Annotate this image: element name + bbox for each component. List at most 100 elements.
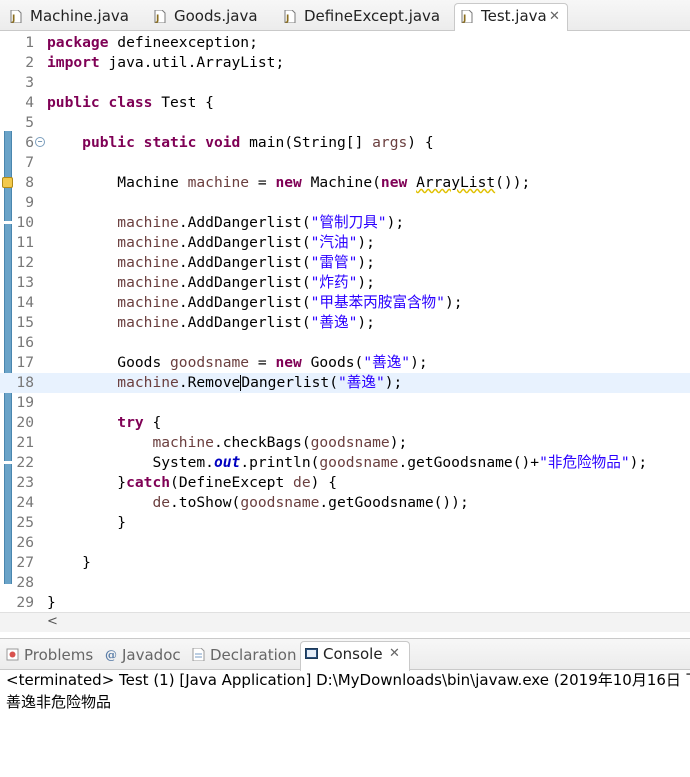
code-line[interactable]: 29} <box>0 593 690 613</box>
code-text: } <box>82 554 91 571</box>
code-text: } <box>47 594 56 611</box>
code-line[interactable]: 25 } <box>0 513 690 533</box>
code-line[interactable]: 20 try { <box>0 413 690 433</box>
code-text: public class Test { <box>47 94 214 111</box>
console-status-line: <terminated> Test (1) [Java Application]… <box>6 671 690 689</box>
code-text: public static void main(String[] args) { <box>82 134 434 151</box>
line-number: 18 <box>16 374 34 391</box>
svg-text:J: J <box>462 14 466 23</box>
text-caret <box>240 375 242 391</box>
tab-console[interactable]: Console ✕ <box>300 641 410 671</box>
line-number: 28 <box>16 574 34 591</box>
line-number: 12 <box>16 254 34 271</box>
java-file-icon: J <box>284 10 296 23</box>
code-line[interactable]: 21 machine.checkBags(goodsname); <box>0 433 690 453</box>
code-line[interactable]: 17 Goods goodsname = new Goods("善逸"); <box>0 353 690 373</box>
code-text: Machine machine = new Machine(new ArrayL… <box>117 174 531 191</box>
tab-label: Goods.java <box>174 7 258 25</box>
tab-javadoc[interactable]: @ Javadoc <box>100 643 184 669</box>
line-number: 1 <box>25 34 34 51</box>
warning-marker-icon[interactable] <box>2 177 13 188</box>
code-text: machine.RemoveDangerlist("善逸"); <box>117 374 403 391</box>
line-number: 24 <box>16 494 34 511</box>
code-line[interactable]: 1 package defineexception; <box>0 33 690 53</box>
code-line[interactable]: 28 <box>0 573 690 593</box>
code-text: }catch(DefineExcept de) { <box>117 474 337 491</box>
line-number: 4 <box>25 94 34 111</box>
tab-machine-java[interactable]: J Machine.java <box>4 4 144 31</box>
code-text: machine.AddDangerlist("管制刀具"); <box>117 214 405 231</box>
code-line[interactable]: 22 System.out.println(goodsname.getGoods… <box>0 453 690 473</box>
line-number: 23 <box>16 474 34 491</box>
tab-label: DefineExcept.java <box>304 7 441 25</box>
fold-collapse-icon[interactable]: − <box>35 137 45 147</box>
line-number: 29 <box>16 594 34 611</box>
code-line-current[interactable]: 18 machine.RemoveDangerlist("善逸"); <box>0 373 690 393</box>
code-text: import java.util.ArrayList; <box>47 54 285 71</box>
line-number: 11 <box>16 234 34 251</box>
line-number: 19 <box>16 394 34 411</box>
java-file-icon: J <box>154 10 166 23</box>
tab-test-java[interactable]: J Test.java ✕ <box>454 3 568 31</box>
tab-label: Machine.java <box>30 7 129 25</box>
tab-label: Declaration <box>210 646 297 664</box>
svg-text:J: J <box>155 14 159 23</box>
code-line[interactable]: 24 de.toShow(goodsname.getGoodsname()); <box>0 493 690 513</box>
code-text: machine.AddDangerlist("甲基苯丙胺富含物"); <box>117 294 463 311</box>
line-number: 22 <box>16 454 34 471</box>
code-line[interactable]: 11 machine.AddDangerlist("汽油"); <box>0 233 690 253</box>
code-line[interactable]: 19 <box>0 393 690 413</box>
line-number: 7 <box>25 154 34 171</box>
code-line[interactable]: 7 <box>0 153 690 173</box>
line-number: 25 <box>16 514 34 531</box>
close-icon[interactable]: ✕ <box>549 4 560 29</box>
code-line[interactable]: 16 <box>0 333 690 353</box>
code-line[interactable]: 2 import java.util.ArrayList; <box>0 53 690 73</box>
svg-text:@: @ <box>105 648 117 661</box>
code-line[interactable]: 10 machine.AddDangerlist("管制刀具"); <box>0 213 690 233</box>
code-line[interactable]: 3 <box>0 73 690 93</box>
tab-problems[interactable]: Problems <box>2 643 98 669</box>
horizontal-scrollbar[interactable]: < <box>0 612 690 632</box>
code-line[interactable]: 27 } <box>0 553 690 573</box>
line-number: 10 <box>16 214 34 231</box>
code-line[interactable]: 14 machine.AddDangerlist("甲基苯丙胺富含物"); <box>0 293 690 313</box>
tab-defineexcept-java[interactable]: J DefineExcept.java <box>278 4 450 31</box>
code-editor[interactable]: 1 package defineexception; 2 import java.u… <box>0 31 690 614</box>
code-text: machine.AddDangerlist("汽油"); <box>117 234 375 251</box>
line-number: 13 <box>16 274 34 291</box>
code-text: machine.checkBags(goodsname); <box>152 434 408 451</box>
svg-text:J: J <box>285 14 289 23</box>
code-text: de.toShow(goodsname.getGoodsname()); <box>152 494 469 511</box>
close-icon[interactable]: ✕ <box>389 642 400 666</box>
line-number: 20 <box>16 414 34 431</box>
code-line[interactable]: 4 public class Test { <box>0 93 690 113</box>
code-text: System.out.println(goodsname.getGoodsnam… <box>152 454 648 471</box>
console-output: 善逸非危险物品 <box>6 693 112 711</box>
code-line[interactable]: 9 <box>0 193 690 213</box>
line-number: 27 <box>16 554 34 571</box>
editor-tab-bar: J Machine.java J Goods.java J DefineExce… <box>0 0 690 31</box>
line-number: 8 <box>25 174 34 191</box>
code-line[interactable]: 5 <box>0 113 690 133</box>
line-number: 2 <box>25 54 34 71</box>
code-line[interactable]: 26 <box>0 533 690 553</box>
code-text: machine.AddDangerlist("善逸"); <box>117 314 375 331</box>
code-line[interactable]: 23 }catch(DefineExcept de) { <box>0 473 690 493</box>
problems-icon <box>6 648 19 661</box>
code-line[interactable]: 15 machine.AddDangerlist("善逸"); <box>0 313 690 333</box>
code-text: machine.AddDangerlist("雷管"); <box>117 254 375 271</box>
java-file-icon: J <box>461 10 473 23</box>
tab-goods-java[interactable]: J Goods.java <box>148 4 274 31</box>
code-line[interactable]: 8 Machine machine = new Machine(new Arra… <box>0 173 690 193</box>
code-text: machine.AddDangerlist("炸药"); <box>117 274 375 291</box>
line-number: 26 <box>16 534 34 551</box>
java-file-icon: J <box>10 10 22 23</box>
code-line[interactable]: 12 machine.AddDangerlist("雷管"); <box>0 253 690 273</box>
tab-declaration[interactable]: Declaration <box>188 643 298 669</box>
tab-label: Console <box>323 645 383 663</box>
code-text: package defineexception; <box>47 34 258 51</box>
scroll-left-arrow-icon[interactable]: < <box>47 614 58 629</box>
code-line[interactable]: 6− public static void main(String[] args… <box>0 133 690 153</box>
code-line[interactable]: 13 machine.AddDangerlist("炸药"); <box>0 273 690 293</box>
